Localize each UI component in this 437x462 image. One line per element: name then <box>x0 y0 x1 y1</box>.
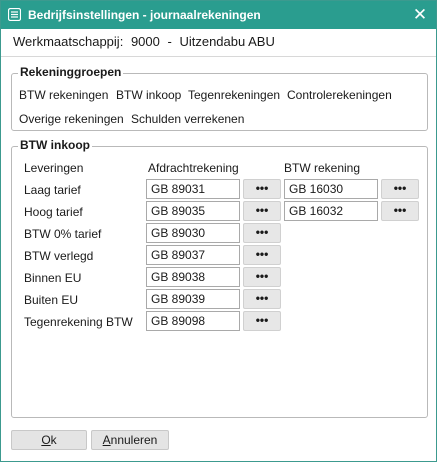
company-separator: - <box>167 34 172 49</box>
row-label-laag-tarief: Laag tarief <box>24 183 81 197</box>
afdracht-field-hoog-tarief[interactable]: GB 89035 <box>146 201 240 221</box>
afdracht-lookup-button-btw-verlegd[interactable]: ••• <box>243 245 281 265</box>
app-icon <box>8 8 21 21</box>
cancel-label: nnuleren <box>110 433 158 447</box>
account-groups-legend: Rekeninggroepen <box>18 65 124 79</box>
company-name: Uitzendabu ABU <box>179 34 275 49</box>
company-label: Werkmaatschappij: <box>13 34 124 49</box>
title-bar: Bedrijfsinstellingen - journaalrekeninge… <box>1 1 436 29</box>
afdracht-field-binnen-eu[interactable]: GB 89038 <box>146 267 240 287</box>
row-label-btw-0-tarief: BTW 0% tarief <box>24 227 102 241</box>
afdracht-field-btw-verlegd[interactable]: GB 89037 <box>146 245 240 265</box>
company-info: Werkmaatschappij: 9000 - Uitzendabu ABU <box>13 34 279 49</box>
afdracht-lookup-button-binnen-eu[interactable]: ••• <box>243 267 281 287</box>
ok-accelerator: O <box>41 433 51 447</box>
row-label-btw-verlegd: BTW verlegd <box>24 249 94 263</box>
settings-dialog: Bedrijfsinstellingen - journaalrekeninge… <box>0 0 437 462</box>
header-divider <box>1 56 436 57</box>
close-icon[interactable]: ✕ <box>409 4 431 26</box>
window-title: Bedrijfsinstellingen - journaalrekeninge… <box>28 8 261 22</box>
header-btw-rekening: BTW rekening <box>284 161 361 175</box>
afdracht-lookup-button-btw-0-tarief[interactable]: ••• <box>243 223 281 243</box>
afdracht-lookup-button-laag-tarief[interactable]: ••• <box>243 179 281 199</box>
link-btw-rekeningen[interactable]: BTW rekeningen <box>19 88 108 102</box>
account-groups: Rekeninggroepen BTW rekeningen BTW inkoo… <box>11 65 428 131</box>
link-tegenrekeningen[interactable]: Tegenrekeningen <box>188 88 280 102</box>
btw-lookup-button-hoog-tarief[interactable]: ••• <box>381 201 419 221</box>
btw-field-laag-tarief[interactable]: GB 16030 <box>284 179 378 199</box>
btw-inkoop-legend: BTW inkoop <box>18 138 92 152</box>
link-schulden-verrekenen[interactable]: Schulden verrekenen <box>131 112 244 126</box>
btw-inkoop-group: BTW inkoop Leveringen Afdrachtrekening B… <box>11 138 428 418</box>
link-controlerekeningen[interactable]: Controlerekeningen <box>287 88 392 102</box>
cancel-button[interactable]: Annuleren <box>91 430 169 450</box>
row-label-binnen-eu: Binnen EU <box>24 271 82 285</box>
afdracht-field-btw-0-tarief[interactable]: GB 89030 <box>146 223 240 243</box>
btw-lookup-button-laag-tarief[interactable]: ••• <box>381 179 419 199</box>
afdracht-lookup-button-hoog-tarief[interactable]: ••• <box>243 201 281 221</box>
row-label-tegenrekening-btw: Tegenrekening BTW <box>24 315 133 329</box>
ok-label: k <box>50 433 57 447</box>
afdracht-field-tegenrekening-btw[interactable]: GB 89098 <box>146 311 240 331</box>
afdracht-field-buiten-eu[interactable]: GB 89039 <box>146 289 240 309</box>
row-label-hoog-tarief: Hoog tarief <box>24 205 83 219</box>
cancel-accelerator: A <box>102 433 111 447</box>
header-leveringen: Leveringen <box>24 161 84 175</box>
link-overige-rekeningen[interactable]: Overige rekeningen <box>19 112 124 126</box>
btw-field-hoog-tarief[interactable]: GB 16032 <box>284 201 378 221</box>
afdracht-lookup-button-buiten-eu[interactable]: ••• <box>243 289 281 309</box>
header-afdrachtrekening: Afdrachtrekening <box>148 161 239 175</box>
ok-button[interactable]: Ok <box>11 430 87 450</box>
row-label-buiten-eu: Buiten EU <box>24 293 79 307</box>
link-btw-inkoop[interactable]: BTW inkoop <box>116 88 181 102</box>
afdracht-field-laag-tarief[interactable]: GB 89031 <box>146 179 240 199</box>
afdracht-lookup-button-tegenrekening-btw[interactable]: ••• <box>243 311 281 331</box>
company-code: 9000 <box>130 34 160 49</box>
